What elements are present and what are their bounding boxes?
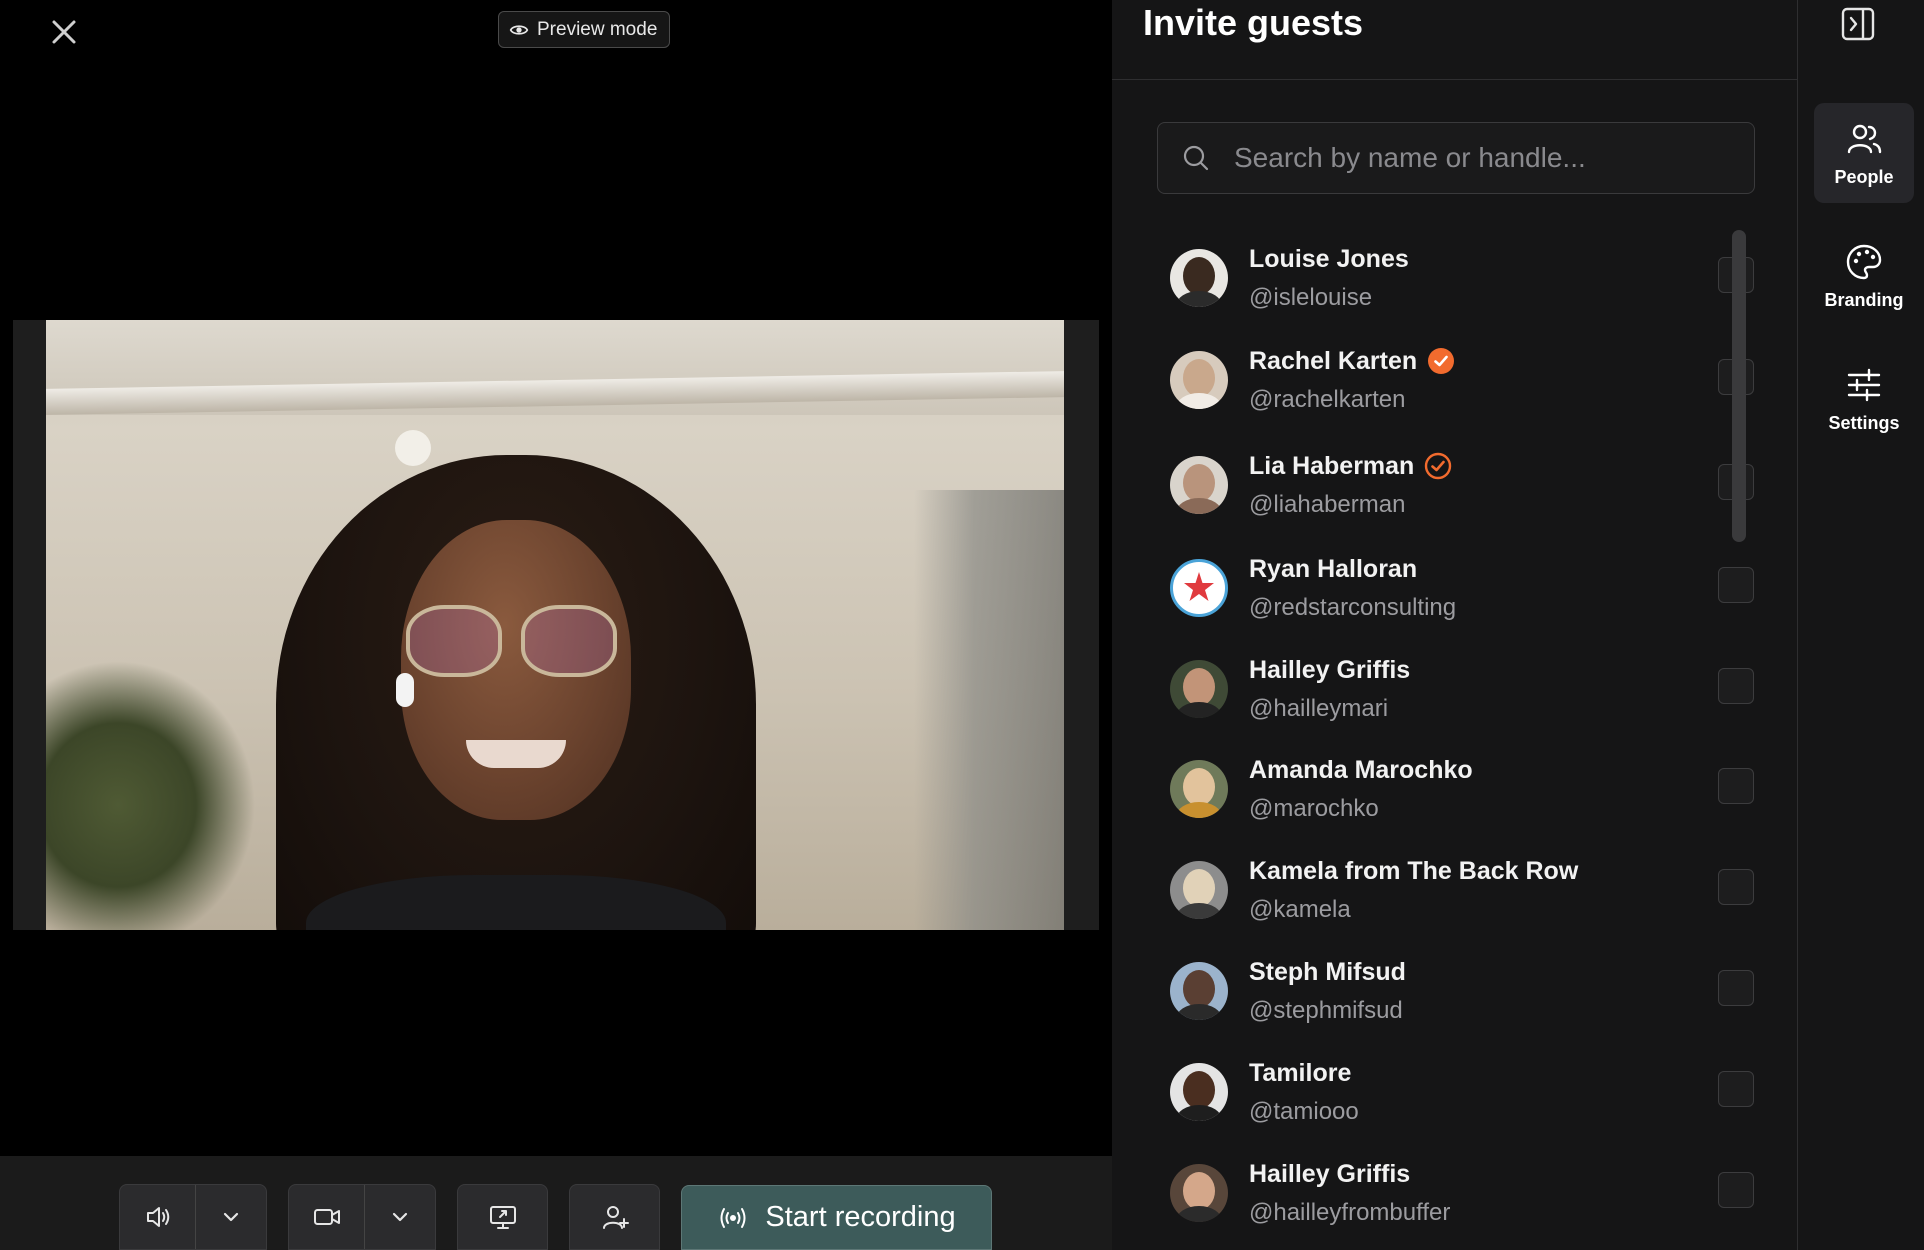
screen-share-icon bbox=[489, 1206, 516, 1229]
eye-icon bbox=[509, 24, 529, 35]
guest-checkbox[interactable] bbox=[1718, 869, 1754, 905]
search-icon bbox=[1183, 145, 1209, 171]
video-camera-icon bbox=[313, 1209, 340, 1225]
guest-name: Hailley Griffis bbox=[1249, 655, 1411, 684]
guest-name: Hailley Griffis bbox=[1249, 1159, 1411, 1188]
toggle-panel-button[interactable] bbox=[1838, 4, 1878, 44]
start-recording-button[interactable]: Start recording bbox=[681, 1185, 992, 1250]
guest-row[interactable]: Steph Mifsud @stephmifsud bbox=[1157, 941, 1754, 1041]
camera-preview-frame bbox=[13, 320, 1099, 930]
verified-badge-icon bbox=[1425, 452, 1452, 480]
guest-search bbox=[1157, 122, 1755, 194]
audio-options-dropdown[interactable] bbox=[196, 1185, 266, 1249]
start-recording-label: Start recording bbox=[765, 1201, 956, 1233]
rail-item-settings[interactable]: Settings bbox=[1814, 349, 1914, 449]
participant-video bbox=[236, 455, 796, 930]
guest-handle: @marochko bbox=[1249, 794, 1379, 822]
audio-control-group bbox=[119, 1184, 267, 1250]
camera-button[interactable] bbox=[289, 1185, 364, 1249]
rail-item-branding[interactable]: Branding bbox=[1814, 226, 1914, 326]
guest-checkbox[interactable] bbox=[1718, 768, 1754, 804]
rail-label: People bbox=[1834, 166, 1894, 187]
guest-handle: @tamiooo bbox=[1249, 1097, 1359, 1125]
verified-badge-icon bbox=[1428, 348, 1455, 374]
avatar bbox=[1170, 456, 1228, 514]
guest-row[interactable]: Lia Haberman @liahaberman bbox=[1157, 435, 1754, 535]
avatar bbox=[1170, 1063, 1228, 1121]
invite-guests-panel: Invite guests Louise Jones @islelouise R… bbox=[1112, 0, 1797, 1250]
guest-handle: @stephmifsud bbox=[1249, 996, 1403, 1024]
avatar bbox=[1170, 760, 1228, 818]
guest-name: Rachel Karten bbox=[1249, 346, 1418, 375]
invite-guest-button[interactable] bbox=[569, 1184, 660, 1250]
sliders-icon bbox=[1847, 368, 1881, 401]
guest-handle: @hailleymari bbox=[1249, 694, 1389, 722]
guest-row[interactable]: Kamela from The Back Row @kamela bbox=[1157, 840, 1754, 940]
guest-name: Steph Mifsud bbox=[1249, 957, 1406, 986]
guest-name: Louise Jones bbox=[1249, 244, 1409, 273]
chevron-down-icon bbox=[393, 1212, 408, 1222]
guest-checkbox[interactable] bbox=[1718, 970, 1754, 1006]
guest-name: Amanda Marochko bbox=[1249, 755, 1473, 784]
avatar bbox=[1170, 249, 1228, 307]
camera-control-group bbox=[288, 1184, 436, 1250]
guest-checkbox[interactable] bbox=[1718, 1172, 1754, 1208]
palette-icon bbox=[1846, 244, 1882, 279]
guest-row[interactable]: Hailley Griffis @hailleymari bbox=[1157, 639, 1754, 739]
guest-row[interactable]: Hailley Griffis @hailleyfrombuffer bbox=[1157, 1143, 1754, 1243]
guest-checkbox[interactable] bbox=[1718, 668, 1754, 704]
guest-checkbox[interactable] bbox=[1718, 1071, 1754, 1107]
guest-name: Kamela from The Back Row bbox=[1249, 856, 1579, 885]
video-stage: Preview mode Start recording bbox=[0, 0, 1112, 1250]
guest-name: Lia Haberman bbox=[1249, 451, 1415, 480]
add-user-icon bbox=[602, 1206, 629, 1229]
guest-checkbox[interactable] bbox=[1718, 567, 1754, 603]
panel-header: Invite guests bbox=[1112, 0, 1797, 80]
broadcast-icon bbox=[720, 1207, 746, 1228]
people-icon bbox=[1847, 124, 1882, 153]
search-input[interactable] bbox=[1234, 142, 1754, 174]
panel-title: Invite guests bbox=[1143, 2, 1364, 43]
guest-handle: @kamela bbox=[1249, 895, 1351, 923]
avatar bbox=[1170, 962, 1228, 1020]
speaker-button[interactable] bbox=[120, 1185, 195, 1249]
avatar bbox=[1170, 351, 1228, 409]
rail-label: Branding bbox=[1824, 289, 1904, 310]
preview-mode-label: Preview mode bbox=[537, 18, 658, 40]
close-icon bbox=[52, 20, 76, 44]
guest-row[interactable]: Tamilore @tamiooo bbox=[1157, 1042, 1754, 1142]
avatar bbox=[1170, 861, 1228, 919]
camera-options-dropdown[interactable] bbox=[365, 1185, 435, 1249]
red-star-icon bbox=[1184, 572, 1214, 601]
guest-name: Ryan Halloran bbox=[1249, 554, 1418, 583]
sidebar-toggle-icon bbox=[1841, 7, 1875, 41]
guest-handle: @islelouise bbox=[1249, 283, 1373, 311]
avatar bbox=[1170, 559, 1228, 617]
guest-row[interactable]: Amanda Marochko @marochko bbox=[1157, 739, 1754, 839]
speaker-icon bbox=[146, 1207, 169, 1227]
chevron-down-icon bbox=[224, 1212, 239, 1222]
guest-row[interactable]: Ryan Halloran @redstarconsulting bbox=[1157, 538, 1754, 638]
rail-item-people[interactable]: People bbox=[1814, 103, 1914, 203]
guest-handle: @hailleyfrombuffer bbox=[1249, 1198, 1451, 1226]
guest-row[interactable]: Rachel Karten @rachelkarten bbox=[1157, 330, 1754, 430]
close-button[interactable] bbox=[44, 12, 84, 52]
avatar bbox=[1170, 660, 1228, 718]
guest-list-scrollbar[interactable] bbox=[1732, 230, 1746, 542]
camera-preview bbox=[46, 320, 1064, 930]
guest-handle: @liahaberman bbox=[1249, 490, 1406, 518]
share-screen-button[interactable] bbox=[457, 1184, 548, 1250]
rail-label: Settings bbox=[1828, 412, 1900, 433]
avatar bbox=[1170, 1164, 1228, 1222]
side-rail: People Branding Settings bbox=[1797, 0, 1924, 1250]
guest-row[interactable]: Louise Jones @islelouise bbox=[1157, 228, 1754, 328]
guest-handle: @redstarconsulting bbox=[1249, 593, 1457, 621]
guest-handle: @rachelkarten bbox=[1249, 385, 1406, 413]
guest-name: Tamilore bbox=[1249, 1058, 1352, 1087]
preview-mode-badge: Preview mode bbox=[498, 11, 671, 48]
